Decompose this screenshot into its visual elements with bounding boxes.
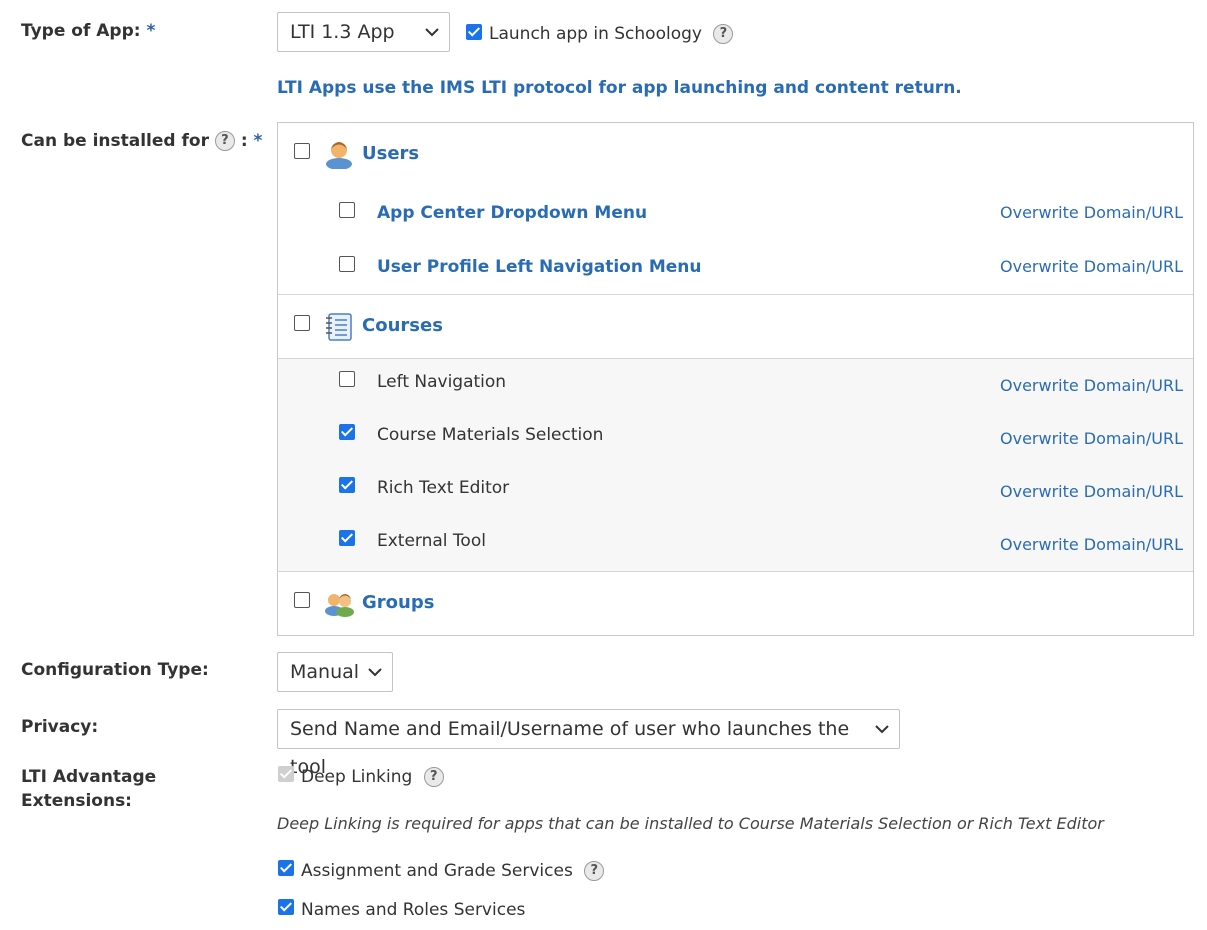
required-marker: *	[146, 21, 156, 41]
divider	[278, 358, 1193, 359]
launch-app-label-row: Launch app in Schoology ?	[489, 22, 734, 46]
app-center-dropdown-checkbox[interactable]	[339, 202, 355, 218]
overwrite-domain-link[interactable]: Overwrite Domain/URL	[1000, 375, 1183, 397]
chevron-down-icon	[425, 28, 439, 37]
rich-text-editor-checkbox[interactable]	[339, 477, 355, 493]
help-icon[interactable]: ?	[584, 861, 605, 881]
type-of-app-label: Type of App: *	[21, 19, 155, 43]
deep-linking-row: Deep Linking ?	[301, 765, 444, 789]
courses-section-title[interactable]: Courses	[362, 314, 443, 338]
user-profile-nav-checkbox[interactable]	[339, 256, 355, 272]
launch-app-label: Launch app in Schoology	[489, 24, 702, 44]
user-profile-nav-label[interactable]: User Profile Left Navigation Menu	[377, 255, 702, 279]
notebook-icon	[326, 313, 352, 341]
names-roles-label: Names and Roles Services	[301, 900, 526, 920]
help-icon[interactable]: ?	[214, 131, 235, 151]
help-icon[interactable]: ?	[713, 24, 734, 44]
installed-for-label: Can be installed for ? : *	[21, 129, 262, 153]
configuration-type-label: Configuration Type:	[21, 660, 209, 680]
lti-info-text: LTI Apps use the IMS LTI protocol for ap…	[277, 78, 962, 98]
overwrite-domain-link[interactable]: Overwrite Domain/URL	[1000, 202, 1183, 224]
overwrite-domain-link[interactable]: Overwrite Domain/URL	[1000, 481, 1183, 503]
divider	[278, 294, 1193, 295]
launch-app-checkbox[interactable]	[466, 24, 482, 40]
external-tool-checkbox[interactable]	[339, 530, 355, 546]
courses-checkbox[interactable]	[294, 315, 310, 331]
overwrite-domain-link[interactable]: Overwrite Domain/URL	[1000, 428, 1183, 450]
assignment-grade-row: Assignment and Grade Services ?	[301, 859, 605, 883]
overwrite-domain-link[interactable]: Overwrite Domain/URL	[1000, 534, 1183, 556]
lti-advantage-label-line2: Extensions:	[21, 791, 132, 811]
lti-advantage-label-line1: LTI Advantage	[21, 767, 157, 787]
required-marker: *	[253, 131, 263, 151]
rich-text-editor-label: Rich Text Editor	[377, 478, 510, 498]
type-of-app-select-value: LTI 1.3 App	[290, 21, 395, 43]
divider	[278, 571, 1193, 572]
users-section-title[interactable]: Users	[362, 142, 419, 166]
chevron-down-icon	[875, 725, 889, 734]
groups-checkbox[interactable]	[294, 592, 310, 608]
configuration-type-select[interactable]: Manual	[277, 652, 393, 692]
lti-advantage-label: LTI Advantage Extensions:	[21, 765, 156, 813]
names-roles-checkbox[interactable]	[278, 899, 294, 915]
privacy-select[interactable]: Send Name and Email/Username of user who…	[277, 709, 900, 778]
deep-linking-label: Deep Linking	[301, 767, 413, 787]
assignment-grade-label: Assignment and Grade Services	[301, 861, 573, 881]
chevron-down-icon	[368, 668, 382, 677]
overwrite-domain-link[interactable]: Overwrite Domain/URL	[1000, 256, 1183, 278]
course-materials-selection-label: Course Materials Selection	[377, 425, 604, 445]
configuration-type-value: Manual	[290, 661, 360, 683]
course-materials-selection-checkbox[interactable]	[339, 424, 355, 440]
groups-section-title[interactable]: Groups	[362, 591, 434, 615]
type-of-app-label-text: Type of App:	[21, 21, 141, 41]
left-navigation-label: Left Navigation	[377, 372, 507, 392]
type-of-app-select[interactable]: LTI 1.3 App	[277, 12, 450, 52]
help-icon[interactable]: ?	[423, 767, 444, 787]
left-navigation-checkbox[interactable]	[339, 371, 355, 387]
external-tool-label: External Tool	[377, 531, 486, 551]
user-icon	[326, 142, 352, 169]
group-icon	[325, 594, 354, 617]
deep-linking-note: Deep Linking is required for apps that c…	[277, 814, 1104, 833]
installed-for-colon: :	[240, 131, 248, 151]
app-center-dropdown-label[interactable]: App Center Dropdown Menu	[377, 201, 647, 225]
assignment-grade-checkbox[interactable]	[278, 860, 294, 876]
privacy-label: Privacy:	[21, 717, 99, 737]
deep-linking-checkbox	[278, 766, 294, 782]
installed-for-label-text: Can be installed for	[21, 131, 209, 151]
users-checkbox[interactable]	[294, 143, 310, 159]
